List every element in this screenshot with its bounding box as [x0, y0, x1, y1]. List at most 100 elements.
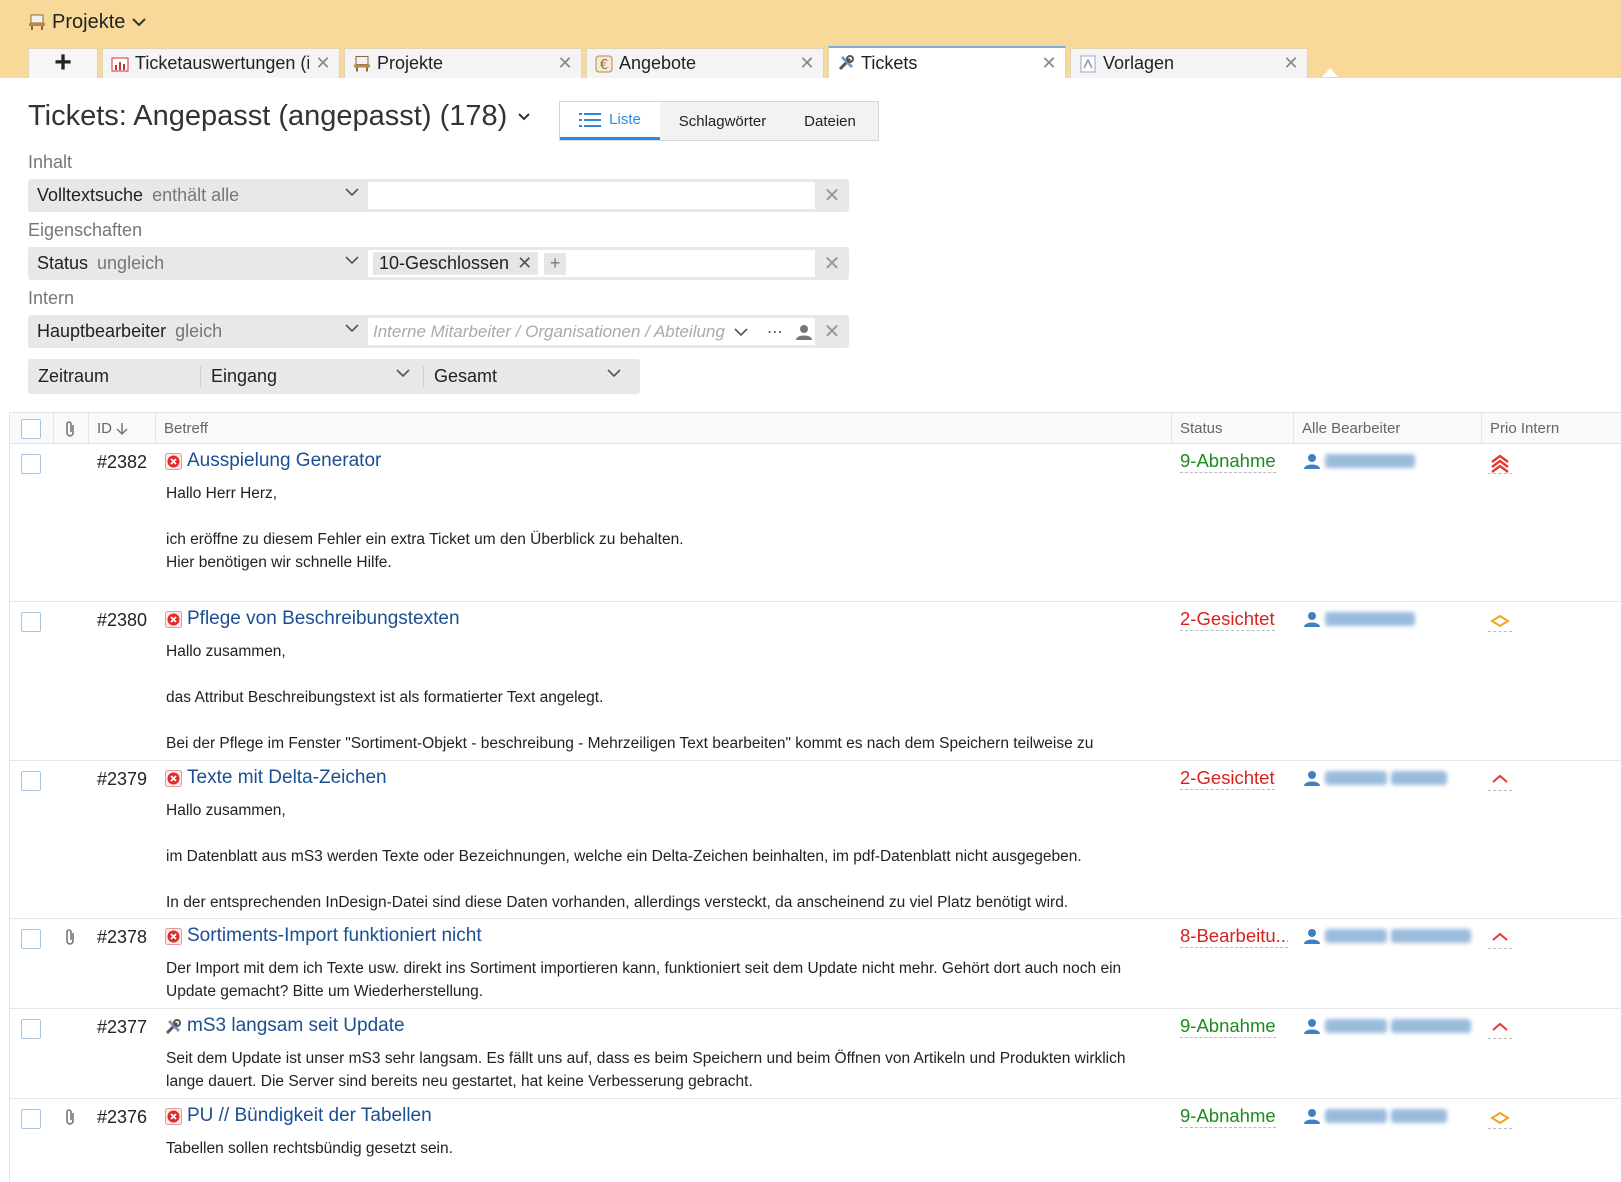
assignee-cell[interactable]: [1303, 610, 1415, 628]
attachment-column-header[interactable]: [64, 413, 76, 444]
view-liste-button[interactable]: Liste: [560, 102, 660, 140]
ticket-title-link[interactable]: Sortiments-Import funktioniert nicht: [187, 925, 482, 947]
bearbeiter-column-header[interactable]: Alle Bearbeiter: [1302, 413, 1400, 444]
user-icon: [1304, 454, 1320, 469]
status-badge[interactable]: 9-Abnahme: [1180, 450, 1276, 473]
checkbox[interactable]: [21, 418, 41, 439]
status-column-header[interactable]: Status: [1180, 413, 1223, 444]
assignee-input[interactable]: Interne Mitarbeiter / Organisationen / A…: [368, 318, 815, 345]
tab-label: Ticketauswertungen (int: [135, 53, 309, 73]
paperclip-icon: [66, 929, 74, 945]
ticket-id: #2376: [97, 1107, 148, 1127]
error-icon: [165, 770, 182, 787]
assignee-cell[interactable]: [1303, 769, 1447, 787]
view-schlagwoerter-button[interactable]: Schlagwörter: [660, 102, 785, 140]
user-picker-icon[interactable]: [795, 323, 813, 341]
zeitraum-range-select[interactable]: Gesamt: [424, 359, 634, 394]
clear-filter-icon[interactable]: ✕: [815, 183, 849, 208]
prio-medium-icon: [1490, 1111, 1510, 1125]
select-all-checkbox[interactable]: [21, 413, 41, 444]
user-icon: [1304, 612, 1320, 627]
close-icon[interactable]: ✕: [557, 53, 573, 74]
euro-icon: €: [595, 55, 613, 73]
row-checkbox[interactable]: [21, 454, 41, 474]
page-title[interactable]: Tickets: Angepasst (angepasst) (178): [28, 100, 531, 133]
priority-indicator[interactable]: [1488, 610, 1512, 632]
id-column-header[interactable]: ID: [97, 413, 128, 444]
tab-ticketauswertungen[interactable]: Ticketauswertungen (int ✕: [102, 48, 340, 78]
ticket-title-link[interactable]: Texte mit Delta-Zeichen: [187, 767, 387, 789]
ticket-title-link[interactable]: mS3 langsam seit Update: [187, 1015, 405, 1037]
chevron-down-icon[interactable]: [733, 327, 749, 337]
row-checkbox[interactable]: [21, 1109, 41, 1129]
priority-indicator[interactable]: [1488, 1107, 1512, 1129]
status-chip-label: 10-Geschlossen: [379, 253, 510, 273]
chevron-down-icon: [345, 256, 359, 265]
ticket-title-link[interactable]: PU // Bündigkeit der Tabellen: [187, 1105, 432, 1127]
close-icon[interactable]: ✕: [315, 53, 331, 74]
assignee-cell[interactable]: [1303, 1017, 1471, 1035]
tab-vorlagen[interactable]: Vorlagen ✕: [1070, 48, 1308, 78]
add-chip-button[interactable]: +: [544, 252, 567, 275]
page-title-text: Tickets: Angepasst (angepasst) (178): [28, 100, 508, 132]
priority-indicator[interactable]: [1488, 927, 1512, 949]
clear-filter-icon[interactable]: ✕: [815, 319, 849, 344]
ticket-id: #2382: [97, 452, 148, 472]
filter-field-select[interactable]: Hauptbearbeiter gleich: [28, 315, 368, 348]
section-eigenschaften-label: Eigenschaften: [28, 220, 143, 240]
status-badge[interactable]: 2-Gesichtet: [1180, 767, 1275, 790]
zeitraum-label: Zeitraum: [38, 366, 110, 386]
divider: [1171, 413, 1172, 444]
close-icon[interactable]: ✕: [799, 53, 815, 74]
assignee-cell[interactable]: [1303, 452, 1415, 470]
filter-field-label: Volltextsuche: [37, 185, 144, 205]
filter-field-select[interactable]: Status ungleich: [28, 247, 368, 280]
close-icon[interactable]: ✕: [1041, 53, 1057, 74]
assignee-name-redacted: [1325, 612, 1415, 626]
tab-angebote[interactable]: € Angebote ✕: [586, 48, 824, 78]
betreff-column-header[interactable]: Betreff: [164, 413, 208, 444]
assignee-name-redacted: [1325, 771, 1387, 785]
row-checkbox[interactable]: [21, 1019, 41, 1039]
ticket-title-link[interactable]: Pflege von Beschreibungstexten: [187, 608, 460, 630]
view-switcher: Liste Schlagwörter Dateien: [559, 101, 879, 141]
chevron-down-icon: [607, 369, 621, 378]
preview-line: In der entsprechenden InDesign-Datei sin…: [166, 894, 1069, 911]
project-switcher[interactable]: Projekte: [28, 8, 147, 36]
template-icon: [1080, 55, 1096, 72]
preview-line: ich eröffne zu diesem Fehler ein extra T…: [166, 531, 684, 548]
close-icon[interactable]: ✕: [1283, 53, 1299, 74]
filter-field-select[interactable]: Volltextsuche enthält alle: [28, 179, 368, 212]
clear-filter-icon[interactable]: ✕: [815, 251, 849, 276]
remove-chip-icon[interactable]: ✕: [517, 253, 532, 274]
row-checkbox[interactable]: [21, 771, 41, 791]
more-options-icon[interactable]: ⋯: [767, 322, 783, 342]
status-badge[interactable]: 2-Gesichtet: [1180, 608, 1275, 631]
preview-line: Der Import mit dem ich Texte usw. direkt…: [166, 960, 1122, 1000]
assignee-name-redacted: [1325, 1109, 1387, 1123]
priority-indicator[interactable]: [1488, 769, 1512, 791]
view-dateien-button[interactable]: Dateien: [785, 102, 875, 140]
assignee-cell[interactable]: [1303, 927, 1471, 945]
assignee-cell[interactable]: [1303, 1107, 1447, 1125]
status-badge[interactable]: 9-Abnahme: [1180, 1105, 1276, 1128]
tab-projekte[interactable]: Projekte ✕: [344, 48, 582, 78]
priority-indicator[interactable]: [1488, 1017, 1512, 1039]
add-tab-button[interactable]: +: [28, 48, 98, 78]
status-value-field[interactable]: 10-Geschlossen ✕ +: [368, 250, 815, 277]
row-checkbox[interactable]: [21, 612, 41, 632]
status-badge[interactable]: 8-Bearbeitu...: [1180, 925, 1288, 948]
filter-operator-label: gleich: [175, 321, 223, 341]
ticket-title-link[interactable]: Ausspielung Generator: [187, 450, 381, 472]
tab-tickets[interactable]: Tickets ✕: [828, 46, 1066, 78]
tab-label: Angebote: [619, 53, 697, 73]
prio-column-header[interactable]: Prio Intern: [1490, 413, 1559, 444]
zeitraum-type-select[interactable]: Eingang: [201, 359, 423, 394]
assignee-name-redacted: [1391, 1019, 1471, 1033]
status-badge[interactable]: 9-Abnahme: [1180, 1015, 1276, 1038]
row-checkbox[interactable]: [21, 929, 41, 949]
chevron-down-icon: [518, 112, 530, 120]
error-icon: [165, 1108, 182, 1125]
fulltext-search-input[interactable]: [368, 182, 815, 209]
priority-indicator[interactable]: [1488, 452, 1512, 474]
